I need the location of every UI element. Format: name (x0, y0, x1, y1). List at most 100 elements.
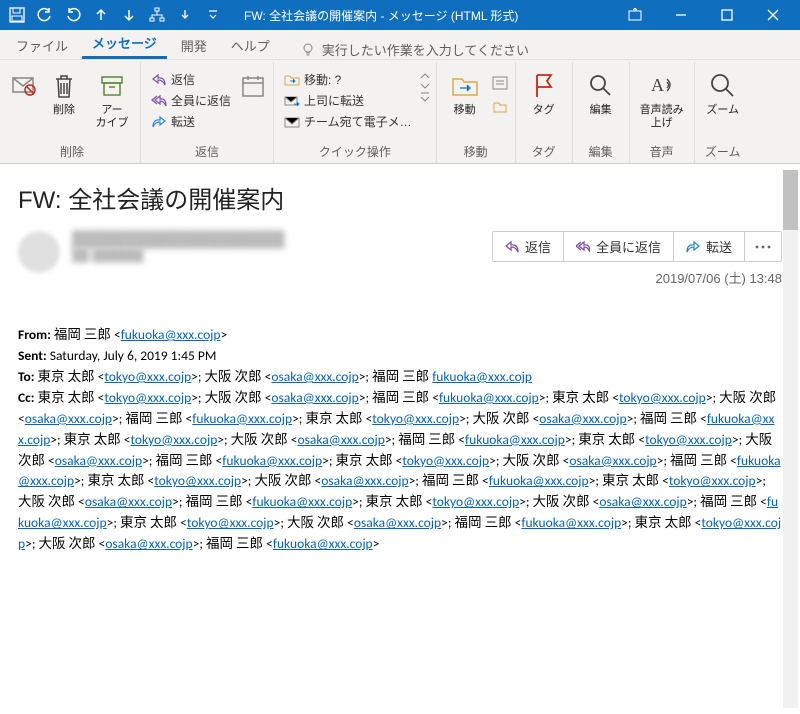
email-link[interactable]: fukuoka@xxx.cojp (252, 493, 352, 510)
close-icon[interactable] (750, 0, 796, 30)
reply-button[interactable]: 返信 (147, 70, 235, 89)
group-move: 移動 移動 (437, 62, 516, 163)
email-link[interactable]: fukuoka@xxx.cojp (121, 326, 221, 343)
email-link[interactable]: fukuoka@xxx.cojp (222, 452, 322, 469)
minimize-icon[interactable] (658, 0, 704, 30)
folder-move-icon (449, 70, 481, 102)
find-icon (585, 70, 617, 102)
zoom-button[interactable]: ズーム (701, 68, 745, 117)
read-aloud-icon: A (646, 70, 678, 102)
email-link[interactable]: osaka@xxx.cojp (539, 410, 626, 427)
org-chart-icon[interactable] (144, 1, 170, 29)
action-forward[interactable]: 転送 (674, 232, 745, 261)
qat-more-icon[interactable] (200, 1, 226, 29)
email-link[interactable]: tokyo@xxx.cojp (619, 389, 706, 406)
junk-icon (8, 70, 40, 102)
group-quick-steps: 移動: ? 上司に転送 チーム宛て電子メ… クイック操作 (274, 62, 437, 163)
group-speech: A 音声読み 上げ 音声 (630, 62, 695, 163)
down-arrow-icon[interactable] (172, 1, 198, 29)
scrollbar-track[interactable] (783, 170, 798, 708)
email-link[interactable]: osaka@xxx.cojp (85, 493, 172, 510)
arrow-up-icon[interactable] (88, 1, 114, 29)
email-link[interactable]: osaka@xxx.cojp (321, 472, 408, 489)
action-reply-all[interactable]: 全員に返信 (564, 232, 674, 261)
email-link[interactable]: osaka@xxx.cojp (354, 514, 441, 531)
scroll-down-icon[interactable] (420, 82, 430, 90)
group-delete: 削除 アー カイブ 削除 (4, 62, 141, 163)
email-link[interactable]: tokyo@xxx.cojp (131, 431, 218, 448)
quick-access-toolbar (4, 1, 226, 29)
tab-help[interactable]: ヘルプ (221, 30, 280, 59)
from-label: From: (18, 326, 51, 343)
actions-icon[interactable] (491, 98, 509, 116)
email-link[interactable]: tokyo@xxx.cojp (104, 368, 191, 385)
email-link[interactable]: fukuoka@xxx.cojp (489, 472, 589, 489)
window-title: FW: 全社会議の開催案内 - メッセージ (HTML 形式) (226, 7, 612, 24)
reply-all-arrow-icon (151, 93, 167, 109)
ribbon-display-icon[interactable] (612, 0, 658, 30)
scrollbar-thumb[interactable] (783, 170, 798, 230)
email-link[interactable]: osaka@xxx.cojp (599, 493, 686, 510)
ignore-button[interactable] (10, 68, 38, 102)
meeting-icon (237, 70, 269, 102)
email-link[interactable]: tokyo@xxx.cojp (432, 493, 519, 510)
redo-icon[interactable] (60, 1, 86, 29)
tell-me-search[interactable]: 実行したい作業を入力してください (284, 40, 529, 59)
group-editing: 編集 編集 (573, 62, 630, 163)
email-link[interactable]: tokyo@xxx.cojp (154, 472, 241, 489)
email-link[interactable]: tokyo@xxx.cojp (187, 514, 274, 531)
email-link[interactable]: tokyo@xxx.cojp (402, 452, 489, 469)
email-link[interactable]: tokyo@xxx.cojp (669, 472, 756, 489)
read-aloud-button[interactable]: A 音声読み 上げ (636, 68, 688, 130)
archive-button[interactable]: アー カイブ (90, 68, 134, 130)
reply-all-button[interactable]: 全員に返信 (147, 91, 235, 110)
email-link[interactable]: osaka@xxx.cojp (271, 368, 358, 385)
quick-to-manager-button[interactable]: 上司に転送 (280, 91, 416, 110)
tab-developer[interactable]: 開発 (171, 30, 217, 59)
message-reading-pane: FW: 全社会議の開催案内 ████████████████████ ██ ██… (0, 164, 800, 714)
move-button[interactable]: 移動 (443, 68, 487, 117)
email-link[interactable]: osaka@xxx.cojp (105, 535, 192, 552)
tab-message[interactable]: メッセージ (82, 27, 167, 59)
email-link[interactable]: fukuoka@xxx.cojp (465, 431, 565, 448)
save-icon[interactable] (4, 1, 30, 29)
email-link[interactable]: osaka@xxx.cojp (298, 431, 385, 448)
email-link[interactable]: fukuoka@xxx.cojp (192, 410, 292, 427)
tags-button[interactable]: タグ (522, 68, 566, 117)
email-link[interactable]: fukuoka@xxx.cojp (521, 514, 621, 531)
rules-icon[interactable] (491, 74, 509, 92)
undo-icon[interactable] (32, 1, 58, 29)
email-link[interactable]: osaka@xxx.cojp (55, 452, 142, 469)
arrow-down-icon[interactable] (116, 1, 142, 29)
svg-text:A: A (651, 75, 664, 95)
quick-team-email-button[interactable]: チーム宛て電子メ… (280, 112, 416, 131)
email-link[interactable]: fukuoka@xxx.cojp (432, 368, 532, 385)
lightbulb-icon (300, 42, 316, 58)
quick-move-button[interactable]: 移動: ? (280, 70, 416, 89)
forward-button[interactable]: 転送 (147, 112, 235, 131)
sender-avatar (18, 231, 60, 273)
ribbon-tabs: ファイル メッセージ 開発 ヘルプ 実行したい作業を入力してください (0, 30, 800, 60)
email-link[interactable]: tokyo@xxx.cojp (104, 389, 191, 406)
expand-icon[interactable] (420, 92, 430, 102)
group-tags: タグ タグ (516, 62, 573, 163)
email-link[interactable]: osaka@xxx.cojp (271, 389, 358, 406)
email-link[interactable]: tokyo@xxx.cojp (645, 431, 732, 448)
email-link[interactable]: fukuoka@xxx.cojp (273, 535, 373, 552)
action-more[interactable] (745, 232, 781, 261)
email-link[interactable]: osaka@xxx.cojp (569, 452, 656, 469)
scroll-up-icon[interactable] (420, 72, 430, 80)
delete-button[interactable]: 削除 (42, 68, 86, 117)
email-link[interactable]: fukuoka@xxx.cojp (439, 389, 539, 406)
action-reply[interactable]: 返信 (493, 232, 564, 261)
cc-label: Cc: (18, 389, 35, 406)
email-link[interactable]: tokyo@xxx.cojp (372, 410, 459, 427)
message-actions: 返信 全員に返信 転送 (492, 231, 782, 262)
maximize-icon[interactable] (704, 0, 750, 30)
email-link[interactable]: osaka@xxx.cojp (25, 410, 112, 427)
tab-file[interactable]: ファイル (6, 30, 78, 59)
ribbon: 削除 アー カイブ 削除 返信 全員に返信 転送 返信 移動: ? 上司 (0, 60, 800, 164)
archive-icon (96, 70, 128, 102)
more-respond-button[interactable] (239, 68, 267, 102)
editing-button[interactable]: 編集 (579, 68, 623, 117)
